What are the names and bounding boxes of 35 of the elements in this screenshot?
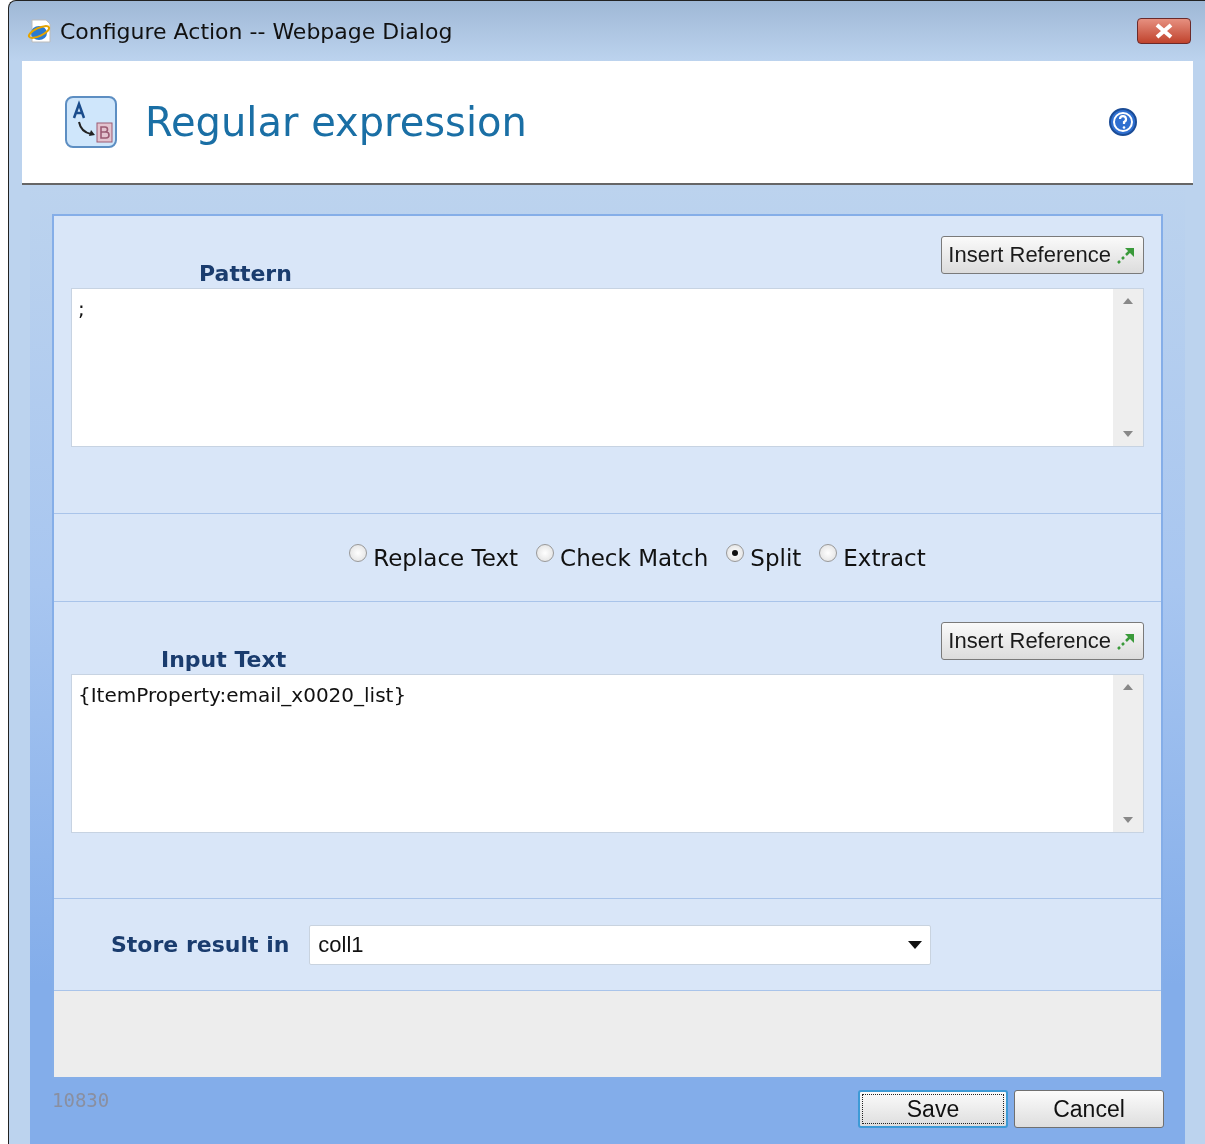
insert-reference-button[interactable]: Insert Reference (941, 622, 1144, 660)
radio-button[interactable] (726, 543, 745, 562)
field-label: Store result in (111, 932, 290, 957)
insert-reference-button[interactable]: Insert Reference (941, 236, 1144, 274)
text-area[interactable]: ; (71, 288, 1144, 447)
scrollbar[interactable] (1113, 289, 1143, 446)
text-area[interactable]: {ItemProperty:email_x0020_list} (71, 674, 1144, 833)
caret-icon (908, 940, 923, 949)
radio-option[interactable]: Replace Text (349, 544, 519, 571)
radio-button[interactable] (536, 543, 555, 562)
scrollbar[interactable] (1113, 675, 1143, 832)
close-button[interactable] (1137, 18, 1191, 44)
radio-option[interactable]: Check Match (536, 544, 709, 571)
browser-icon (26, 18, 52, 44)
cancel-button[interactable]: Cancel (1014, 1090, 1164, 1128)
close-icon (1154, 23, 1174, 39)
scroll-down-icon (1122, 816, 1134, 824)
radio-button[interactable] (819, 543, 838, 562)
radio-button[interactable] (349, 543, 368, 562)
help-icon[interactable] (1108, 107, 1138, 137)
field-label: Input Text (161, 647, 287, 672)
window-title: Configure Action -- Webpage Dialog (60, 18, 454, 44)
save-button[interactable]: Save (858, 1090, 1008, 1128)
arrow-icon (1115, 631, 1137, 651)
scroll-down-icon (1122, 430, 1134, 438)
arrow-icon (1115, 245, 1137, 265)
dialog-heading: Regular expression (145, 99, 528, 145)
result-dropdown[interactable]: coll1 (309, 924, 932, 965)
radio-option[interactable]: Split (726, 544, 802, 571)
regex-icon (65, 96, 117, 148)
dialog-code: 10830 (52, 1089, 111, 1111)
scroll-up-icon (1122, 297, 1134, 305)
scroll-up-icon (1122, 683, 1134, 691)
field-label: Pattern (199, 261, 292, 286)
radio-option[interactable]: Extract (819, 544, 926, 571)
